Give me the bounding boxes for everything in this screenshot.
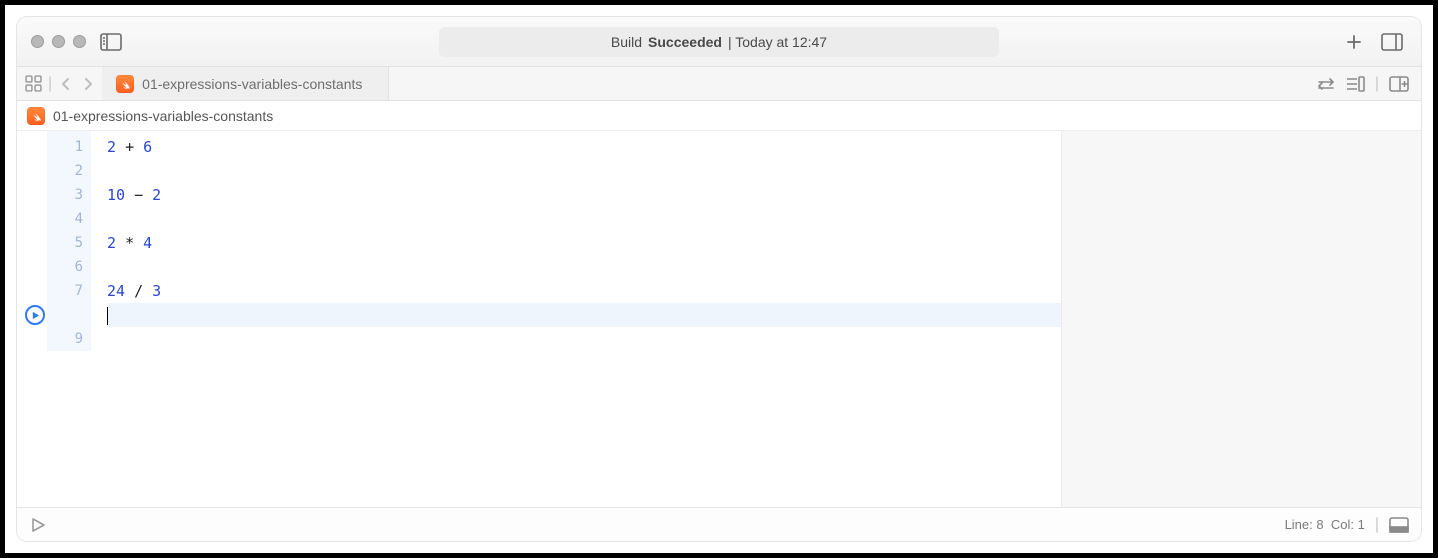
- toggle-left-sidebar-button[interactable]: [96, 29, 126, 55]
- minimize-window-button[interactable]: [52, 35, 65, 48]
- adjust-editor-options-icon[interactable]: [1345, 76, 1365, 92]
- divider: |: [48, 75, 52, 93]
- code-line[interactable]: 10 − 2: [107, 183, 1061, 207]
- code-line[interactable]: 2 + 6: [107, 135, 1061, 159]
- line-number: 9: [47, 327, 83, 351]
- status-result: Succeeded: [648, 34, 722, 50]
- window-traffic-lights: [31, 35, 86, 48]
- line-number-gutter: 1234567 9: [47, 131, 91, 351]
- line-number: 1: [47, 135, 83, 159]
- execute-playground-button[interactable]: [29, 516, 47, 534]
- code-line[interactable]: 24 / 3: [107, 279, 1061, 303]
- nav-forward-button[interactable]: [80, 76, 96, 92]
- zoom-window-button[interactable]: [73, 35, 86, 48]
- code-line[interactable]: [107, 159, 1061, 183]
- related-items-icon[interactable]: [25, 75, 42, 92]
- line-number: 5: [47, 231, 83, 255]
- swift-file-icon: [27, 107, 45, 125]
- code-line[interactable]: [107, 207, 1061, 231]
- toggle-right-sidebar-button[interactable]: [1377, 29, 1407, 55]
- line-number: 3: [47, 183, 83, 207]
- editor-area: 1234567 9 2 + 6 10 − 2 2 * 4 24 / 3: [17, 131, 1421, 507]
- add-editor-icon[interactable]: [1389, 76, 1409, 92]
- results-sidebar: [1061, 131, 1421, 507]
- code-content[interactable]: 2 + 6 10 − 2 2 * 4 24 / 3: [91, 131, 1061, 507]
- code-line[interactable]: [107, 255, 1061, 279]
- toggle-debug-area-button[interactable]: [1389, 517, 1409, 533]
- status-time: | Today at 12:47: [728, 34, 827, 50]
- swift-file-icon: [116, 75, 134, 93]
- close-window-button[interactable]: [31, 35, 44, 48]
- line-number: 4: [47, 207, 83, 231]
- line-number: 2: [47, 159, 83, 183]
- line-number: 7: [47, 279, 83, 303]
- tab-label: 01-expressions-variables-constants: [142, 76, 362, 92]
- tab-bar: | 01-expressions-variables-constants: [17, 67, 1421, 101]
- sync-icon[interactable]: [1317, 77, 1335, 91]
- run-to-line-icon[interactable]: [25, 305, 45, 325]
- tab-playground[interactable]: 01-expressions-variables-constants: [102, 67, 389, 100]
- code-line[interactable]: 2 * 4: [107, 231, 1061, 255]
- title-toolbar: Build Succeeded | Today at 12:47: [17, 17, 1421, 67]
- code-line[interactable]: [107, 327, 1061, 351]
- line-number: 6: [47, 255, 83, 279]
- status-prefix: Build: [611, 34, 642, 50]
- breadcrumb[interactable]: 01-expressions-variables-constants: [17, 101, 1421, 131]
- activity-status-bar[interactable]: Build Succeeded | Today at 12:47: [439, 27, 999, 57]
- line-number: [47, 303, 83, 327]
- add-button[interactable]: [1339, 29, 1369, 55]
- code-editor[interactable]: 1234567 9 2 + 6 10 − 2 2 * 4 24 / 3: [17, 131, 1061, 507]
- code-line[interactable]: [107, 303, 1061, 327]
- divider: |: [1375, 516, 1379, 534]
- cursor-position: Line: 8 Col: 1: [1285, 517, 1365, 532]
- divider: |: [1375, 75, 1379, 93]
- breadcrumb-label: 01-expressions-variables-constants: [53, 108, 273, 124]
- nav-back-button[interactable]: [58, 76, 74, 92]
- debug-bar: Line: 8 Col: 1 |: [17, 507, 1421, 541]
